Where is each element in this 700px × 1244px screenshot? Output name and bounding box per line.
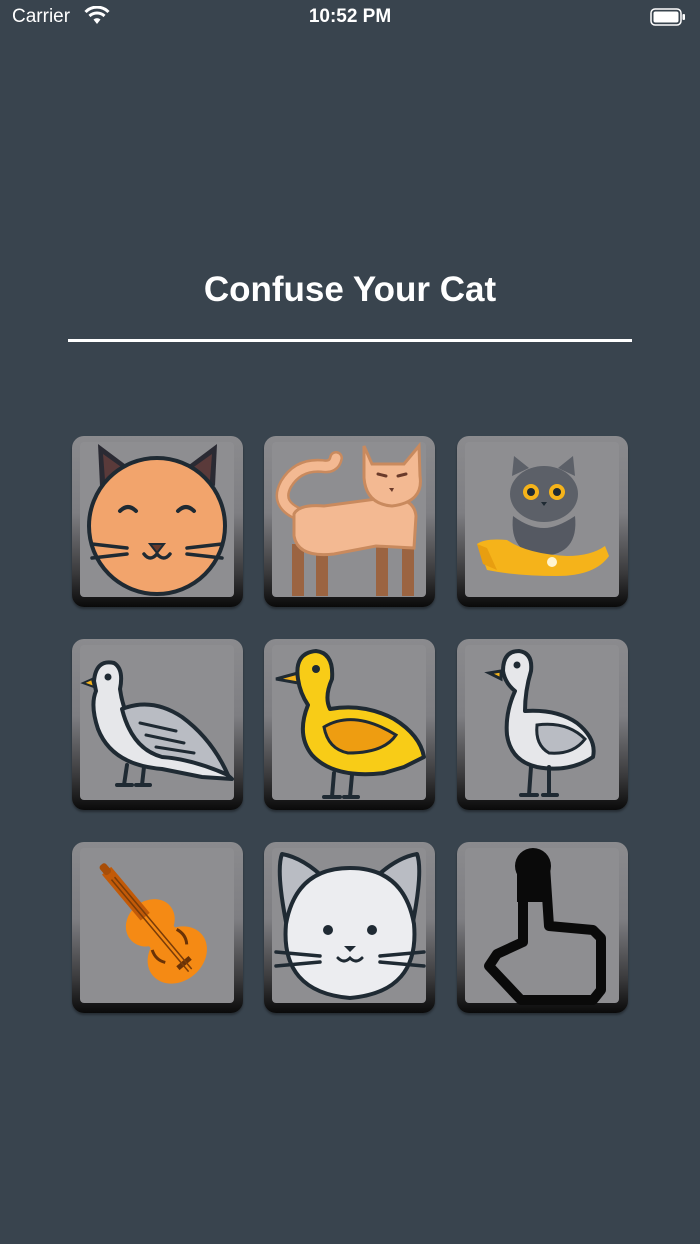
sound-button-smiling-cat[interactable]	[72, 436, 243, 607]
sound-button-violin[interactable]	[72, 842, 243, 1013]
status-bar: Carrier 10:52 PM	[0, 0, 700, 36]
goose-icon	[484, 649, 596, 797]
status-time: 10:52 PM	[308, 6, 392, 27]
sound-button-duck[interactable]	[264, 639, 435, 810]
smiling-cat-face-icon	[87, 444, 227, 596]
title-divider	[68, 339, 632, 342]
violin-icon	[99, 863, 207, 984]
sound-button-white-cat[interactable]	[264, 842, 435, 1013]
cat-in-hand-icon	[477, 456, 609, 576]
duck-icon	[275, 649, 426, 799]
sound-button-goose[interactable]	[457, 639, 628, 810]
white-cat-face-icon	[274, 852, 426, 1001]
sound-button-tap[interactable]	[457, 842, 628, 1013]
pigeon-icon	[80, 660, 234, 787]
sound-button-pigeon[interactable]	[72, 639, 243, 810]
standing-cat-icon	[275, 442, 422, 596]
tap-hand-icon	[484, 848, 606, 1005]
page-title: Confuse Your Cat	[203, 270, 497, 309]
sound-button-cat-in-hand[interactable]	[457, 436, 628, 607]
battery-icon	[650, 8, 685, 26]
sound-button-standing-cat[interactable]	[264, 436, 435, 607]
